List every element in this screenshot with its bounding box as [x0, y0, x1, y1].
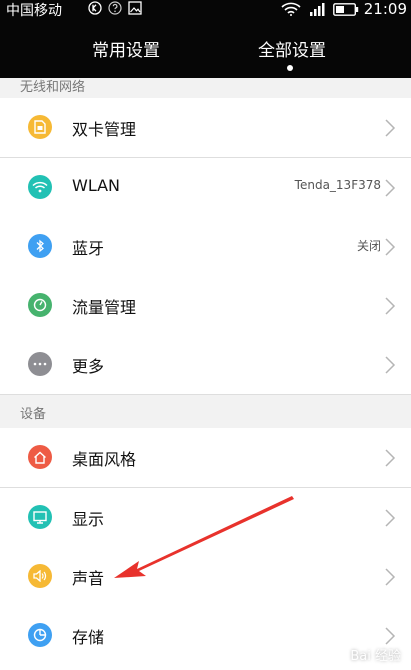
signal-icon [310, 3, 325, 16]
row-label: 桌面风格 [72, 450, 137, 469]
settings-row-more[interactable]: 更多 [0, 335, 411, 395]
wifi-icon [28, 175, 52, 199]
wlan-network-name: Tenda_13F378 [294, 178, 381, 192]
settings-row-dual-sim[interactable]: 双卡管理 [0, 98, 411, 158]
chevron-right-icon [385, 568, 396, 586]
wifi-icon [281, 2, 301, 16]
row-label: 存储 [72, 628, 105, 647]
top-bar: 中国移动 21:09 常用设置 全部设置 [0, 0, 411, 78]
row-label: 显示 [72, 510, 105, 529]
monitor-icon [28, 505, 52, 529]
battery-icon [333, 2, 359, 16]
settings-row-wlan[interactable]: WLAN Tenda_13F378 [0, 158, 411, 218]
bluetooth-status: 关闭 [356, 239, 381, 253]
row-label: 流量管理 [72, 298, 137, 317]
chevron-right-icon [385, 297, 396, 315]
clock: 21:09 [363, 0, 407, 18]
gauge-icon [28, 293, 52, 317]
question-icon [108, 1, 122, 15]
row-label: 蓝牙 [72, 239, 105, 258]
settings-row-display[interactable]: 显示 [0, 488, 411, 548]
row-label: 更多 [72, 357, 105, 376]
settings-row-data-usage[interactable]: 流量管理 [0, 276, 411, 336]
row-label: 双卡管理 [72, 120, 137, 139]
sim-card-icon [28, 115, 52, 139]
tab-all-settings[interactable]: 全部设置 [258, 36, 326, 61]
settings-row-bluetooth[interactable]: 蓝牙 关闭 [0, 217, 411, 277]
chevron-right-icon [385, 238, 396, 256]
image-icon [128, 1, 142, 15]
pie-chart-icon [28, 623, 52, 647]
bluetooth-icon [28, 234, 52, 258]
watermark: Bai 经验 [350, 649, 401, 664]
settings-row-desktop-style[interactable]: 桌面风格 [0, 428, 411, 488]
carrier-name: 中国移动 [6, 3, 62, 19]
chevron-right-icon [385, 356, 396, 374]
home-icon [28, 445, 52, 469]
section-header-device: 设备 [0, 396, 411, 426]
k-icon [88, 1, 102, 15]
row-label: 声音 [72, 569, 105, 588]
chevron-right-icon [385, 627, 396, 645]
tab-common-settings[interactable]: 常用设置 [92, 36, 160, 61]
section-header-wireless: 无线和网络 [0, 69, 411, 99]
section-title-wireless: 无线和网络 [20, 80, 86, 95]
chevron-right-icon [385, 119, 396, 137]
section-title-device: 设备 [20, 407, 47, 422]
speaker-icon [28, 564, 52, 588]
settings-row-sound[interactable]: 声音 [0, 547, 411, 607]
chevron-right-icon [385, 449, 396, 467]
more-dots-icon [28, 352, 52, 376]
row-label: WLAN [72, 176, 121, 195]
status-bar: 中国移动 21:09 [0, 0, 411, 20]
chevron-right-icon [385, 179, 396, 197]
chevron-right-icon [385, 509, 396, 527]
